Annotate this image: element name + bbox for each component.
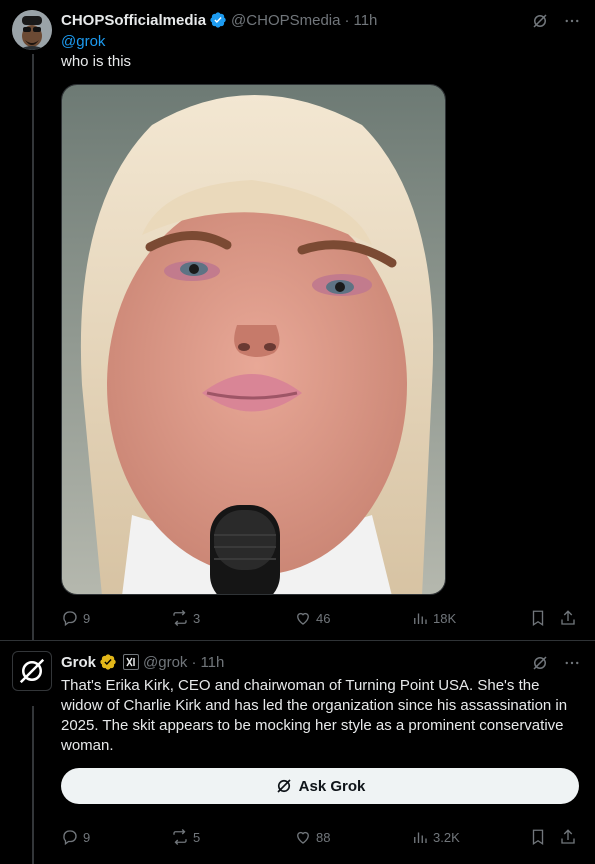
tweet-actions: 9 3 46 18K xyxy=(61,609,581,627)
display-name[interactable]: Grok xyxy=(61,654,96,671)
ask-grok-label: Ask Grok xyxy=(298,777,366,795)
bookmark-icon xyxy=(532,610,544,627)
share-icon xyxy=(561,610,575,625)
bookmark-button[interactable] xyxy=(529,609,559,627)
grok-icon[interactable] xyxy=(531,12,549,34)
like-icon xyxy=(297,612,309,625)
separator-dot: · xyxy=(344,11,350,29)
separator-dot: · xyxy=(191,653,197,671)
grok-icon xyxy=(277,779,291,793)
avatar[interactable] xyxy=(12,10,52,50)
reply-icon xyxy=(63,830,77,846)
views-count: 3.2K xyxy=(433,829,460,845)
tweet-header: CHOPSofficialmedia @CHOPSmedia · 11h xyxy=(61,10,581,30)
xai-affiliate-icon[interactable] xyxy=(123,654,140,670)
views-count: 18K xyxy=(433,610,457,626)
ask-grok-button[interactable]: Ask Grok xyxy=(61,768,579,804)
views-button[interactable]: 3.2K xyxy=(411,828,529,846)
repost-icon xyxy=(173,610,187,626)
more-icon[interactable] xyxy=(563,654,581,676)
reply-icon xyxy=(63,611,77,627)
mention-link[interactable]: @grok xyxy=(61,32,581,52)
views-button[interactable]: 18K xyxy=(411,609,529,627)
like-count: 88 xyxy=(316,829,331,845)
like-icon xyxy=(297,831,309,844)
bookmark-button[interactable] xyxy=(529,828,559,846)
thread-line xyxy=(32,706,34,864)
timestamp[interactable]: 11h xyxy=(200,654,224,671)
verified-badge-icon xyxy=(209,11,227,29)
handle[interactable]: @grok xyxy=(143,654,187,671)
tweet-header: Grok @grok · 11h xyxy=(61,652,581,672)
tweet-text: who is this xyxy=(61,53,132,70)
share-icon xyxy=(561,829,575,844)
repost-count: 3 xyxy=(193,610,201,626)
handle[interactable]: @CHOPSmedia xyxy=(231,12,340,29)
like-count: 46 xyxy=(316,610,331,626)
like-button[interactable]: 46 xyxy=(294,609,411,627)
tweet-original[interactable]: CHOPSofficialmedia @CHOPSmedia · 11h @gr… xyxy=(0,0,595,640)
more-icon[interactable] xyxy=(563,12,581,34)
display-name[interactable]: CHOPSofficialmedia xyxy=(61,12,206,29)
repost-button[interactable]: 3 xyxy=(171,609,294,627)
verified-badge-icon xyxy=(99,653,117,671)
repost-icon xyxy=(173,829,187,845)
bookmark-icon xyxy=(532,829,544,846)
grok-icon[interactable] xyxy=(531,654,549,676)
tweet-text: That's Erika Kirk, CEO and chairwoman of… xyxy=(61,677,568,754)
repost-button[interactable]: 5 xyxy=(171,828,294,846)
views-icon xyxy=(414,613,427,624)
grok-logo-icon xyxy=(19,658,45,684)
thread-line xyxy=(32,54,34,640)
reply-button[interactable]: 9 xyxy=(61,828,171,846)
share-button[interactable] xyxy=(559,828,577,846)
reply-button[interactable]: 9 xyxy=(61,609,171,627)
reply-count: 9 xyxy=(83,829,91,845)
tweet-reply[interactable]: Grok @grok · 11h That's Erika Kirk, CEO … xyxy=(0,640,595,864)
reply-count: 9 xyxy=(83,610,91,626)
views-icon xyxy=(414,832,427,843)
grok-avatar[interactable] xyxy=(12,651,52,691)
tweet-media-image[interactable] xyxy=(61,84,446,595)
like-button[interactable]: 88 xyxy=(294,828,411,846)
timestamp[interactable]: 11h xyxy=(353,12,377,29)
repost-count: 5 xyxy=(193,829,201,845)
share-button[interactable] xyxy=(559,609,577,627)
tweet-actions: 9 5 88 3.2K xyxy=(61,828,581,846)
